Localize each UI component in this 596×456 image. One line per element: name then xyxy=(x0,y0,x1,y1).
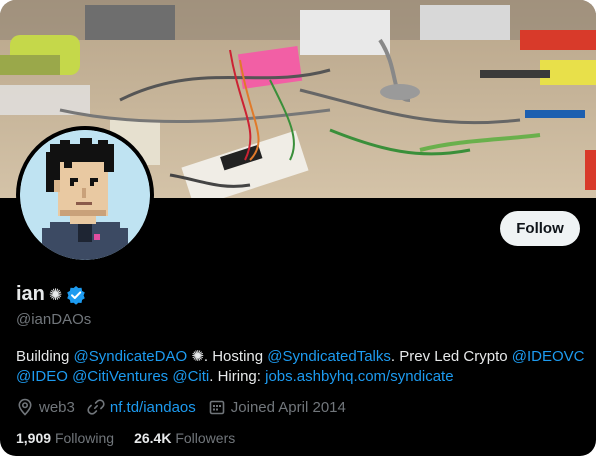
bio-text: . Hiring: xyxy=(209,368,266,385)
followers-stat[interactable]: 26.4K Followers xyxy=(134,430,235,446)
mention-citi[interactable]: @Citi xyxy=(172,368,209,385)
mention-ideovc[interactable]: @IDEOVC xyxy=(512,348,585,365)
joined-item: Joined April 2014 xyxy=(208,398,346,416)
mention-syndicatedao[interactable]: @SyndicateDAO xyxy=(74,348,188,365)
verified-badge-icon[interactable] xyxy=(66,285,86,305)
followers-label: Followers xyxy=(175,430,236,446)
name-emoji: ✺ xyxy=(48,286,63,304)
following-label: Following xyxy=(54,430,115,446)
location-text: web3 xyxy=(39,398,75,416)
mention-syndicatedtalks[interactable]: @SyndicatedTalks xyxy=(267,348,391,365)
following-stat[interactable]: 1,909 Following xyxy=(16,430,114,446)
profile-card: Follow ian ✺ @ianDAOs Building @Syndicat… xyxy=(0,0,596,456)
website-item: nf.td/iandaos xyxy=(87,398,196,416)
bio-text: Building xyxy=(16,348,74,365)
profile-handle: @ianDAOs xyxy=(16,311,92,328)
profile-name: ian xyxy=(16,283,45,305)
mention-citiventures[interactable]: @CitiVentures xyxy=(72,368,168,385)
link-icon xyxy=(87,398,110,416)
hiring-link[interactable]: jobs.ashbyhq.com/syndicate xyxy=(265,368,453,385)
following-count: 1,909 xyxy=(16,430,52,446)
profile-stats: 1,909 Following 26.4K Followers xyxy=(16,430,255,446)
pixel-portrait xyxy=(20,130,150,260)
profile-bio: Building @SyndicateDAO ✺. Hosting @Syndi… xyxy=(16,347,586,387)
location-pin-icon xyxy=(16,398,39,416)
calendar-icon xyxy=(208,398,231,416)
mention-ideo[interactable]: @IDEO xyxy=(16,368,68,385)
location-item: web3 xyxy=(16,398,75,416)
website-link[interactable]: nf.td/iandaos xyxy=(110,399,196,416)
bio-text: ✺. Hosting xyxy=(187,348,268,365)
bio-text: . Prev Led Crypto xyxy=(390,348,512,365)
avatar-image xyxy=(20,130,150,260)
profile-avatar[interactable] xyxy=(16,126,154,264)
follow-button[interactable]: Follow xyxy=(500,211,580,246)
followers-count: 26.4K xyxy=(134,430,172,446)
profile-meta: web3 nf.td/iandaos Joined April 2014 xyxy=(16,398,358,416)
profile-name-row: ian ✺ xyxy=(16,283,86,306)
joined-text: Joined April 2014 xyxy=(230,398,346,416)
